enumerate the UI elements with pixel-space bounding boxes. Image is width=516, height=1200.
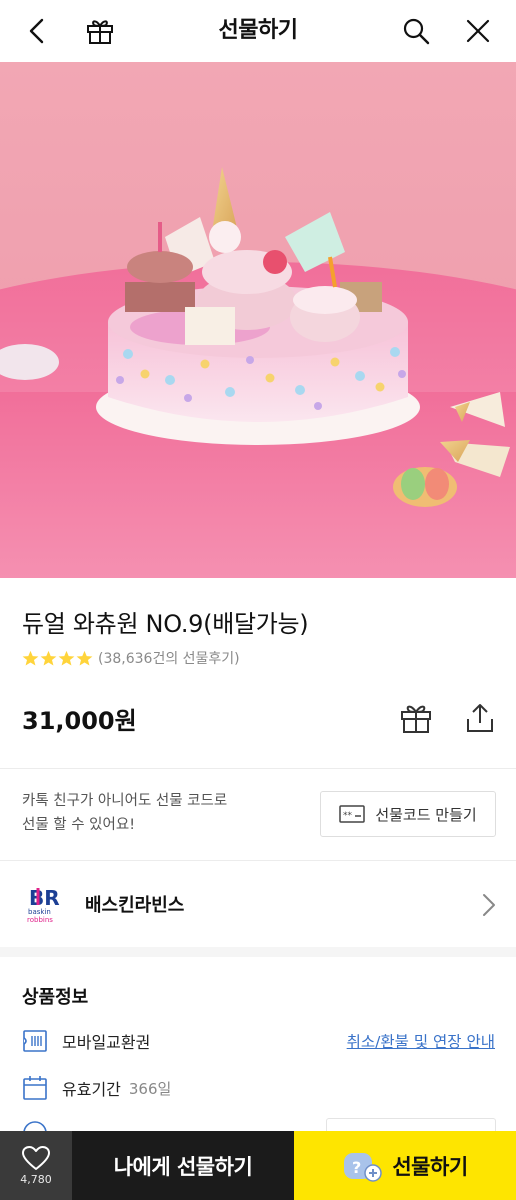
review-count: (38,636건의 선물후기) [98, 651, 240, 667]
brand-name: 배스킨라빈스 [85, 895, 185, 916]
share-button[interactable] [460, 698, 500, 738]
rating-row[interactable]: (38,636건의 선물후기) [22, 647, 240, 669]
voucher-icon [23, 1030, 47, 1052]
product-price: 31,000원 [22, 707, 137, 735]
wishlist-gift-button[interactable] [396, 698, 436, 738]
info-row-voucher: 모바일교환권 [22, 1027, 150, 1055]
product-hero-image[interactable] [0, 62, 516, 578]
gift-to-myself-button[interactable]: 나에게 선물하기 [72, 1131, 294, 1200]
back-button[interactable] [18, 11, 58, 51]
send-gift-button[interactable]: ? 선물하기 [294, 1131, 516, 1200]
partial-box [326, 1118, 496, 1132]
star-icon [22, 650, 39, 666]
page-title: 선물하기 [218, 18, 298, 43]
info-label: 유효기간 [62, 1080, 121, 1099]
gift-code-line-1: 카톡 친구가 아니어도 선물 코드로 [22, 793, 228, 809]
star-icon [58, 650, 75, 666]
gift-icon [87, 20, 113, 44]
section-separator [0, 947, 516, 957]
star-icon [40, 650, 57, 666]
bottom-action-bar: 4,780 나에게 선물하기 ? 선물하기 [0, 1131, 516, 1200]
refund-policy-link[interactable]: 취소/환불 및 연장 안내 [347, 1030, 495, 1052]
gift-icon [401, 705, 431, 733]
gift-to-myself-label: 나에게 선물하기 [113, 1154, 253, 1179]
svg-text:?: ? [352, 1158, 361, 1177]
search-button[interactable] [396, 11, 436, 51]
gift-box-button[interactable] [80, 11, 120, 51]
product-title: 듀얼 와츄원 NO.9(배달가능) [22, 610, 309, 638]
add-friend-gift-icon: ? [344, 1152, 383, 1182]
gift-code-description: 카톡 친구가 아니어도 선물 코드로 선물 할 수 있어요! [22, 789, 227, 837]
chevron-right-icon [483, 894, 495, 916]
svg-text:**: ** [343, 811, 353, 821]
close-icon [466, 19, 490, 43]
back-icon [29, 18, 44, 44]
cake-image [0, 62, 516, 578]
heart-icon [22, 1146, 50, 1170]
divider [0, 768, 516, 769]
create-gift-code-button[interactable]: ** 선물코드 만들기 [320, 791, 496, 837]
brand-row[interactable]: BR baskin robbins 배스킨라빈스 [0, 861, 516, 947]
info-label: 모바일교환권 [62, 1033, 151, 1052]
info-row-validity: 유효기간 366일 [22, 1074, 171, 1102]
close-button[interactable] [458, 11, 498, 51]
send-gift-label: 선물하기 [392, 1154, 468, 1179]
ticket-code-icon: ** [339, 805, 366, 823]
top-app-bar: 선물하기 [0, 0, 516, 62]
gift-code-line-2: 선물 할 수 있어요! [22, 817, 136, 833]
share-icon [467, 704, 493, 732]
baskin-robbins-logo: BR baskin robbins [27, 886, 60, 924]
like-count: 4,780 [20, 1173, 52, 1186]
like-button[interactable]: 4,780 [0, 1131, 72, 1200]
search-icon [403, 18, 430, 45]
product-info-title: 상품정보 [22, 987, 89, 1008]
svg-text:robbins: robbins [27, 916, 53, 924]
star-icon [76, 650, 93, 666]
svg-text:BR: BR [29, 886, 60, 910]
partial-info-row [22, 1118, 52, 1132]
create-gift-code-label: 선물코드 만들기 [375, 805, 477, 824]
calendar-icon [23, 1076, 47, 1100]
info-value: 366일 [128, 1079, 172, 1098]
svg-text:baskin: baskin [28, 908, 51, 916]
rating-stars [22, 650, 93, 667]
